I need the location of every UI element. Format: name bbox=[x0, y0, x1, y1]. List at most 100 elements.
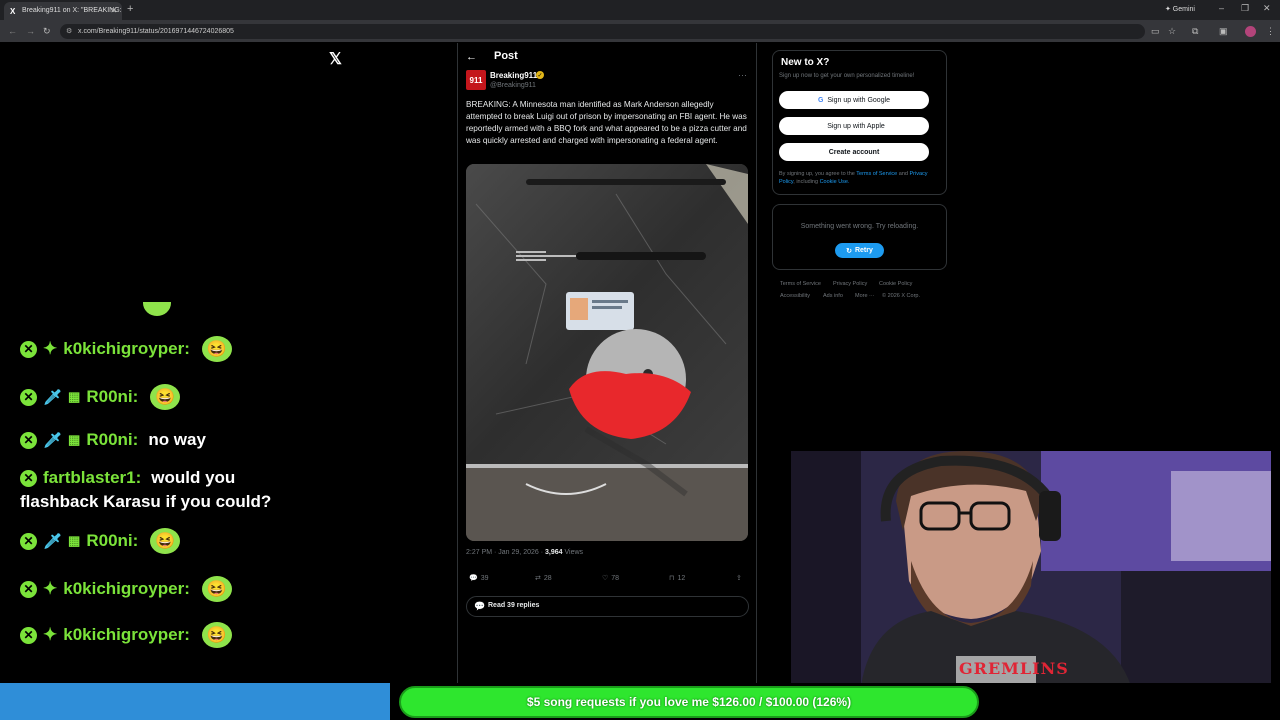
laughing-emote-icon: 😆 bbox=[201, 576, 232, 602]
footer-copyright: © 2026 X Corp. bbox=[882, 293, 920, 299]
badge-x-icon: ✕ bbox=[20, 532, 37, 550]
author-name[interactable]: Breaking911 bbox=[490, 71, 537, 80]
forward-icon[interactable]: → bbox=[26, 26, 35, 36]
bookmark-count: 12 bbox=[677, 574, 686, 582]
badge-x-icon: ✕ bbox=[20, 580, 37, 598]
stream-blue-panel bbox=[0, 683, 390, 720]
terms-link[interactable]: Terms of Service bbox=[856, 171, 897, 177]
post-photo[interactable] bbox=[466, 164, 748, 541]
extensions-icon[interactable]: ⧉ bbox=[1192, 26, 1198, 37]
badge-gift-icon: ▦ bbox=[68, 533, 81, 548]
gemini-button[interactable]: ✦ Gemini bbox=[1165, 5, 1195, 13]
signup-title: New to X? bbox=[781, 57, 830, 68]
heart-icon: ♡ bbox=[602, 575, 609, 582]
badge-sparkle-icon: ✦ bbox=[43, 339, 58, 358]
chat-bubble-icon: 💬 bbox=[474, 601, 486, 611]
laughing-emote-icon: 😆 bbox=[201, 336, 232, 362]
badge-sparkle-icon: ✦ bbox=[43, 625, 58, 644]
refresh-icon: ↻ bbox=[846, 247, 852, 255]
chat-message: ✕ 🗡 ▦ R00ni: 😆 bbox=[20, 528, 181, 554]
repost-icon: ⇄ bbox=[535, 575, 541, 582]
new-tab-button[interactable]: + bbox=[127, 3, 133, 15]
terms-and: and bbox=[897, 171, 908, 177]
reload-icon[interactable]: ↻ bbox=[43, 26, 51, 37]
back-arrow-icon[interactable]: ← bbox=[466, 51, 477, 63]
footer-link[interactable]: Privacy Policy bbox=[833, 281, 867, 287]
apple-signup-button[interactable]: Sign up with Apple bbox=[779, 117, 929, 135]
back-icon[interactable]: ← bbox=[8, 26, 17, 36]
close-window-icon[interactable]: ✕ bbox=[1263, 3, 1271, 14]
badge-gift-icon: ▦ bbox=[68, 389, 81, 404]
bookmark-action[interactable]: ⊓ 12 bbox=[669, 574, 686, 583]
x-favicon-icon: X bbox=[10, 7, 16, 16]
reply-count: 39 bbox=[480, 574, 489, 582]
chat-username: k0kichigroyper: bbox=[63, 579, 190, 598]
x-logo-icon[interactable]: 𝕏 bbox=[329, 49, 342, 69]
like-count: 78 bbox=[611, 574, 620, 582]
post-text: BREAKING: A Minnesota man identified as … bbox=[466, 100, 747, 145]
author-avatar[interactable]: 911 bbox=[466, 70, 486, 90]
chat-message: ✕ ✦ k0kichigroyper: 😆 bbox=[20, 622, 232, 648]
maximize-icon[interactable]: ❐ bbox=[1241, 3, 1249, 14]
retry-label: Retry bbox=[854, 247, 873, 254]
tab-title: Breaking911 on X: "BREAKING: bbox=[22, 7, 122, 14]
badge-sword-icon: 🗡 bbox=[43, 389, 63, 406]
more-options-icon[interactable]: ··· bbox=[738, 70, 747, 80]
minimize-icon[interactable]: – bbox=[1219, 3, 1224, 13]
webcam-drawing bbox=[791, 451, 1271, 686]
views-label: Views bbox=[562, 549, 584, 556]
repost-action[interactable]: ⇄ 28 bbox=[535, 574, 552, 583]
badge-sword-icon: 🗡 bbox=[43, 533, 63, 550]
profile-avatar[interactable] bbox=[1245, 26, 1256, 37]
footer-link[interactable]: Cookie Policy bbox=[879, 281, 912, 287]
tab-close-icon[interactable]: ✕ bbox=[110, 6, 117, 15]
shirt-text: GREMLINS bbox=[959, 659, 1069, 678]
reply-action[interactable]: 💬 39 bbox=[469, 574, 489, 583]
footer-link[interactable]: Accessibility bbox=[780, 293, 810, 299]
chat-text-continued: flashback Karasu if you could? bbox=[20, 492, 272, 511]
browser-tab[interactable]: X Breaking911 on X: "BREAKING: ✕ bbox=[4, 2, 122, 20]
reply-icon: 💬 bbox=[469, 575, 478, 582]
post-time[interactable]: 2:27 PM · Jan 29, 2026 · bbox=[466, 549, 545, 556]
cast-icon[interactable]: ▭ bbox=[1151, 26, 1160, 37]
read-replies-label: Read 39 replies bbox=[488, 602, 540, 609]
laughing-emote-icon: 😆 bbox=[150, 528, 181, 554]
menu-icon[interactable]: ⋮ bbox=[1266, 26, 1275, 37]
share-icon[interactable]: ⇪ bbox=[736, 574, 742, 582]
view-count: 3,964 bbox=[545, 549, 563, 556]
verified-badge-icon: ✓ bbox=[536, 71, 544, 79]
retry-button[interactable]: ↻ Retry bbox=[835, 243, 884, 258]
read-replies-button[interactable]: 💬 Read 39 replies bbox=[466, 596, 749, 617]
like-action[interactable]: ♡ 78 bbox=[602, 574, 620, 583]
apple-signup-label: Sign up with Apple bbox=[827, 122, 885, 130]
chat-username: R00ni: bbox=[86, 531, 139, 550]
chat-message: ✕ 🗡 ▦ R00ni: 😆 bbox=[20, 384, 181, 410]
footer-link[interactable]: Ads info bbox=[823, 293, 843, 299]
chat-username: R00ni: bbox=[86, 387, 139, 406]
badge-sparkle-icon: ✦ bbox=[43, 579, 58, 598]
chat-username: fartblaster1: bbox=[43, 468, 142, 487]
error-card bbox=[772, 204, 947, 270]
browser-tab-bar bbox=[0, 0, 1280, 20]
laughing-emote-icon: 😆 bbox=[150, 384, 181, 410]
site-info-icon[interactable]: ⚙ bbox=[66, 27, 72, 35]
google-signup-button[interactable]: G Sign up with Google bbox=[779, 91, 929, 109]
url-input[interactable]: ⚙ x.com/Breaking911/status/2016971446724… bbox=[60, 24, 1145, 39]
error-text: Something went wrong. Try reloading. bbox=[800, 223, 919, 230]
post-meta: 2:27 PM · Jan 29, 2026 · 3,964 Views bbox=[466, 549, 583, 556]
bookmark-star-icon[interactable]: ☆ bbox=[1168, 26, 1176, 37]
terms-text: By signing up, you agree to the bbox=[779, 171, 857, 177]
footer-link[interactable]: More ··· bbox=[855, 293, 875, 299]
cookie-link[interactable]: Cookie Use. bbox=[820, 179, 850, 185]
badge-x-icon: ✕ bbox=[20, 388, 37, 406]
badge-x-icon: ✕ bbox=[20, 469, 37, 487]
chat-username: k0kichigroyper: bbox=[63, 339, 190, 358]
terms-including: , including bbox=[793, 179, 820, 185]
sidepanel-icon[interactable]: ▣ bbox=[1219, 26, 1228, 37]
laughing-emote-icon: 😆 bbox=[201, 622, 232, 648]
chat-username: k0kichigroyper: bbox=[63, 625, 190, 644]
footer-link[interactable]: Terms of Service bbox=[780, 281, 821, 287]
create-account-button[interactable]: Create account bbox=[779, 143, 929, 161]
bookmark-icon: ⊓ bbox=[669, 575, 675, 582]
author-handle[interactable]: @Breaking911 bbox=[490, 82, 536, 89]
